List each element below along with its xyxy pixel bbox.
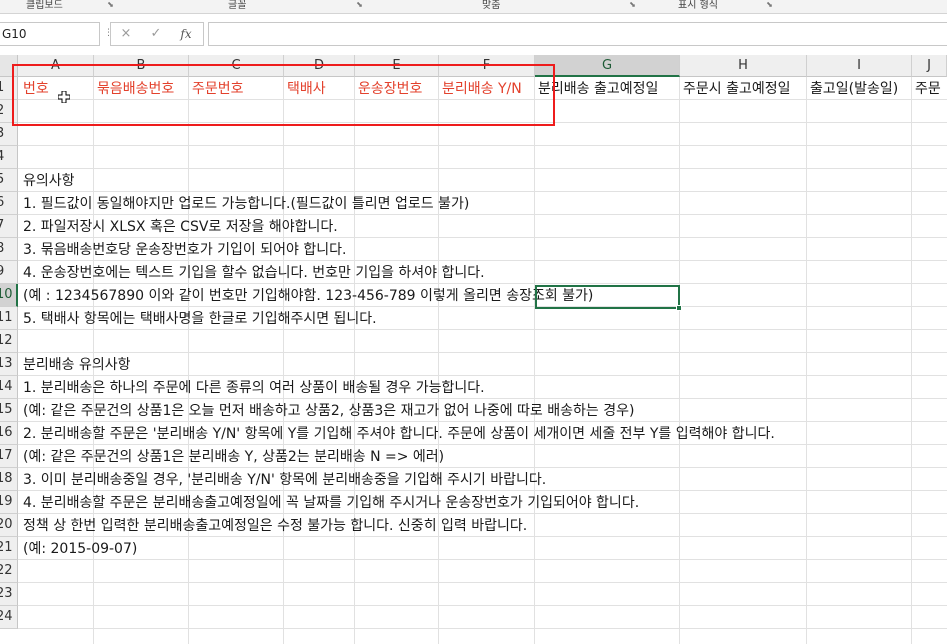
- row-header[interactable]: 16: [0, 422, 18, 445]
- dialog-launcher-icon[interactable]: ⬊: [355, 1, 364, 10]
- note-line[interactable]: 5. 택배사 항목에는 택배사명을 한글로 기입해주시면 됩니다.: [20, 308, 920, 331]
- note-line[interactable]: 3. 이미 분리배송중일 경우, '분리배송 Y/N' 항목에 분리배송중을 기…: [20, 469, 920, 492]
- row-header[interactable]: 11: [0, 307, 18, 330]
- dialog-launcher-icon[interactable]: ⬊: [765, 1, 774, 10]
- row-header[interactable]: 5: [0, 169, 18, 192]
- row-header-selected[interactable]: 10: [0, 284, 18, 307]
- formula-input[interactable]: [208, 22, 947, 46]
- gridline: [18, 352, 947, 353]
- cell-j1[interactable]: 주문: [912, 78, 947, 101]
- note-line[interactable]: (예: 같은 주문건의 상품1은 오늘 먼저 배송하고 상품2, 상품3은 재고…: [20, 400, 947, 423]
- row-header[interactable]: 21: [0, 537, 18, 560]
- active-cell-g10[interactable]: [535, 285, 680, 309]
- fill-handle[interactable]: [676, 305, 682, 311]
- formula-buttons: × ✓ fx: [110, 22, 204, 46]
- column-header-g[interactable]: G: [535, 55, 680, 77]
- row-header[interactable]: 23: [0, 583, 18, 606]
- note-line[interactable]: 정책 상 한번 입력한 분리배송출고예정일은 수정 불가능 합니다. 신중히 입…: [20, 515, 920, 538]
- note-title[interactable]: 유의사항: [20, 170, 920, 193]
- row-header[interactable]: 22: [0, 560, 18, 583]
- note-line[interactable]: (예 : 1234567890 이와 같이 번호만 기입해야함. 123-456…: [20, 285, 920, 308]
- gridline: [18, 582, 947, 583]
- cell-i1[interactable]: 출고일(발송일): [807, 78, 911, 101]
- note-line[interactable]: 3. 묶음배송번호당 운송장번호가 기입이 되어야 합니다.: [20, 239, 920, 262]
- row-header[interactable]: 15: [0, 399, 18, 422]
- name-box[interactable]: G10: [0, 22, 100, 46]
- gridline: [18, 628, 947, 629]
- note-title[interactable]: 분리배송 유의사항: [20, 354, 920, 377]
- note-line[interactable]: (예: 같은 주문건의 상품1은 분리배송 Y, 상품2는 분리배송 N => …: [20, 446, 920, 469]
- note-line[interactable]: (예: 2015-09-07): [20, 538, 920, 561]
- enter-icon[interactable]: ✓: [145, 25, 167, 43]
- gridline: [18, 605, 947, 606]
- column-header-j[interactable]: J: [912, 55, 947, 77]
- row-header[interactable]: 12: [0, 330, 18, 353]
- cancel-icon[interactable]: ×: [115, 25, 137, 43]
- insert-function-icon[interactable]: fx: [175, 25, 197, 43]
- row-header[interactable]: 18: [0, 468, 18, 491]
- column-header-h[interactable]: H: [680, 55, 807, 77]
- ribbon-group-clipboard: 클립보드: [26, 0, 63, 11]
- note-line[interactable]: 1. 필드값이 동일해야지만 업로드 가능합니다.(필드값이 틀리면 업로드 불…: [20, 193, 920, 216]
- gridline: [18, 168, 947, 169]
- row-header[interactable]: 6: [0, 192, 18, 215]
- ribbon-group-number: 표시 형식: [678, 0, 718, 11]
- row-header[interactable]: 9: [0, 261, 18, 284]
- note-line[interactable]: 2. 파일저장시 XLSX 혹은 CSV로 저장을 해야합니다.: [20, 216, 920, 239]
- row-header[interactable]: 19: [0, 491, 18, 514]
- highlight-box: [12, 64, 555, 126]
- row-header[interactable]: 3: [0, 123, 18, 146]
- row-header[interactable]: 8: [0, 238, 18, 261]
- row-header[interactable]: 13: [0, 353, 18, 376]
- column-header-i[interactable]: I: [807, 55, 912, 77]
- row-header[interactable]: 17: [0, 445, 18, 468]
- dialog-launcher-icon[interactable]: ⬊: [106, 1, 115, 10]
- gridline: [18, 145, 947, 146]
- cell-h1[interactable]: 주문시 출고예정일: [680, 78, 806, 101]
- note-line[interactable]: 4. 분리배송할 주문은 분리배송출고예정일에 꼭 날짜를 기입해 주시거나 운…: [20, 492, 920, 515]
- row-header[interactable]: 4: [0, 146, 18, 169]
- row-header[interactable]: 24: [0, 606, 18, 629]
- formula-bar: G10 ⋮ × ✓ fx: [0, 14, 947, 55]
- dialog-launcher-icon[interactable]: ⬊: [628, 1, 637, 10]
- cell-g1[interactable]: 분리배송 출고예정일: [535, 78, 679, 101]
- note-line[interactable]: 4. 운송장번호에는 텍스트 기입을 할수 없습니다. 번호만 기입을 하셔야 …: [20, 262, 920, 285]
- row-header[interactable]: 20: [0, 514, 18, 537]
- ribbon-group-alignment: 맞춤: [482, 0, 501, 11]
- note-line[interactable]: 2. 분리배송할 주문은 '분리배송 Y/N' 항목에 Y를 기입해 주셔야 합…: [20, 423, 947, 446]
- ribbon-group-font: 글꼴: [228, 0, 247, 11]
- ribbon-group-labels: 클립보드 ⬊ 글꼴 ⬊ 맞춤 ⬊ 표시 형식 ⬊: [0, 0, 947, 14]
- row-header[interactable]: 7: [0, 215, 18, 238]
- row-header[interactable]: 14: [0, 376, 18, 399]
- note-line[interactable]: 1. 분리배송은 하나의 주문에 다른 종류의 여러 상품이 배송될 경우 가능…: [20, 377, 920, 400]
- cell-cursor-icon: [58, 91, 70, 103]
